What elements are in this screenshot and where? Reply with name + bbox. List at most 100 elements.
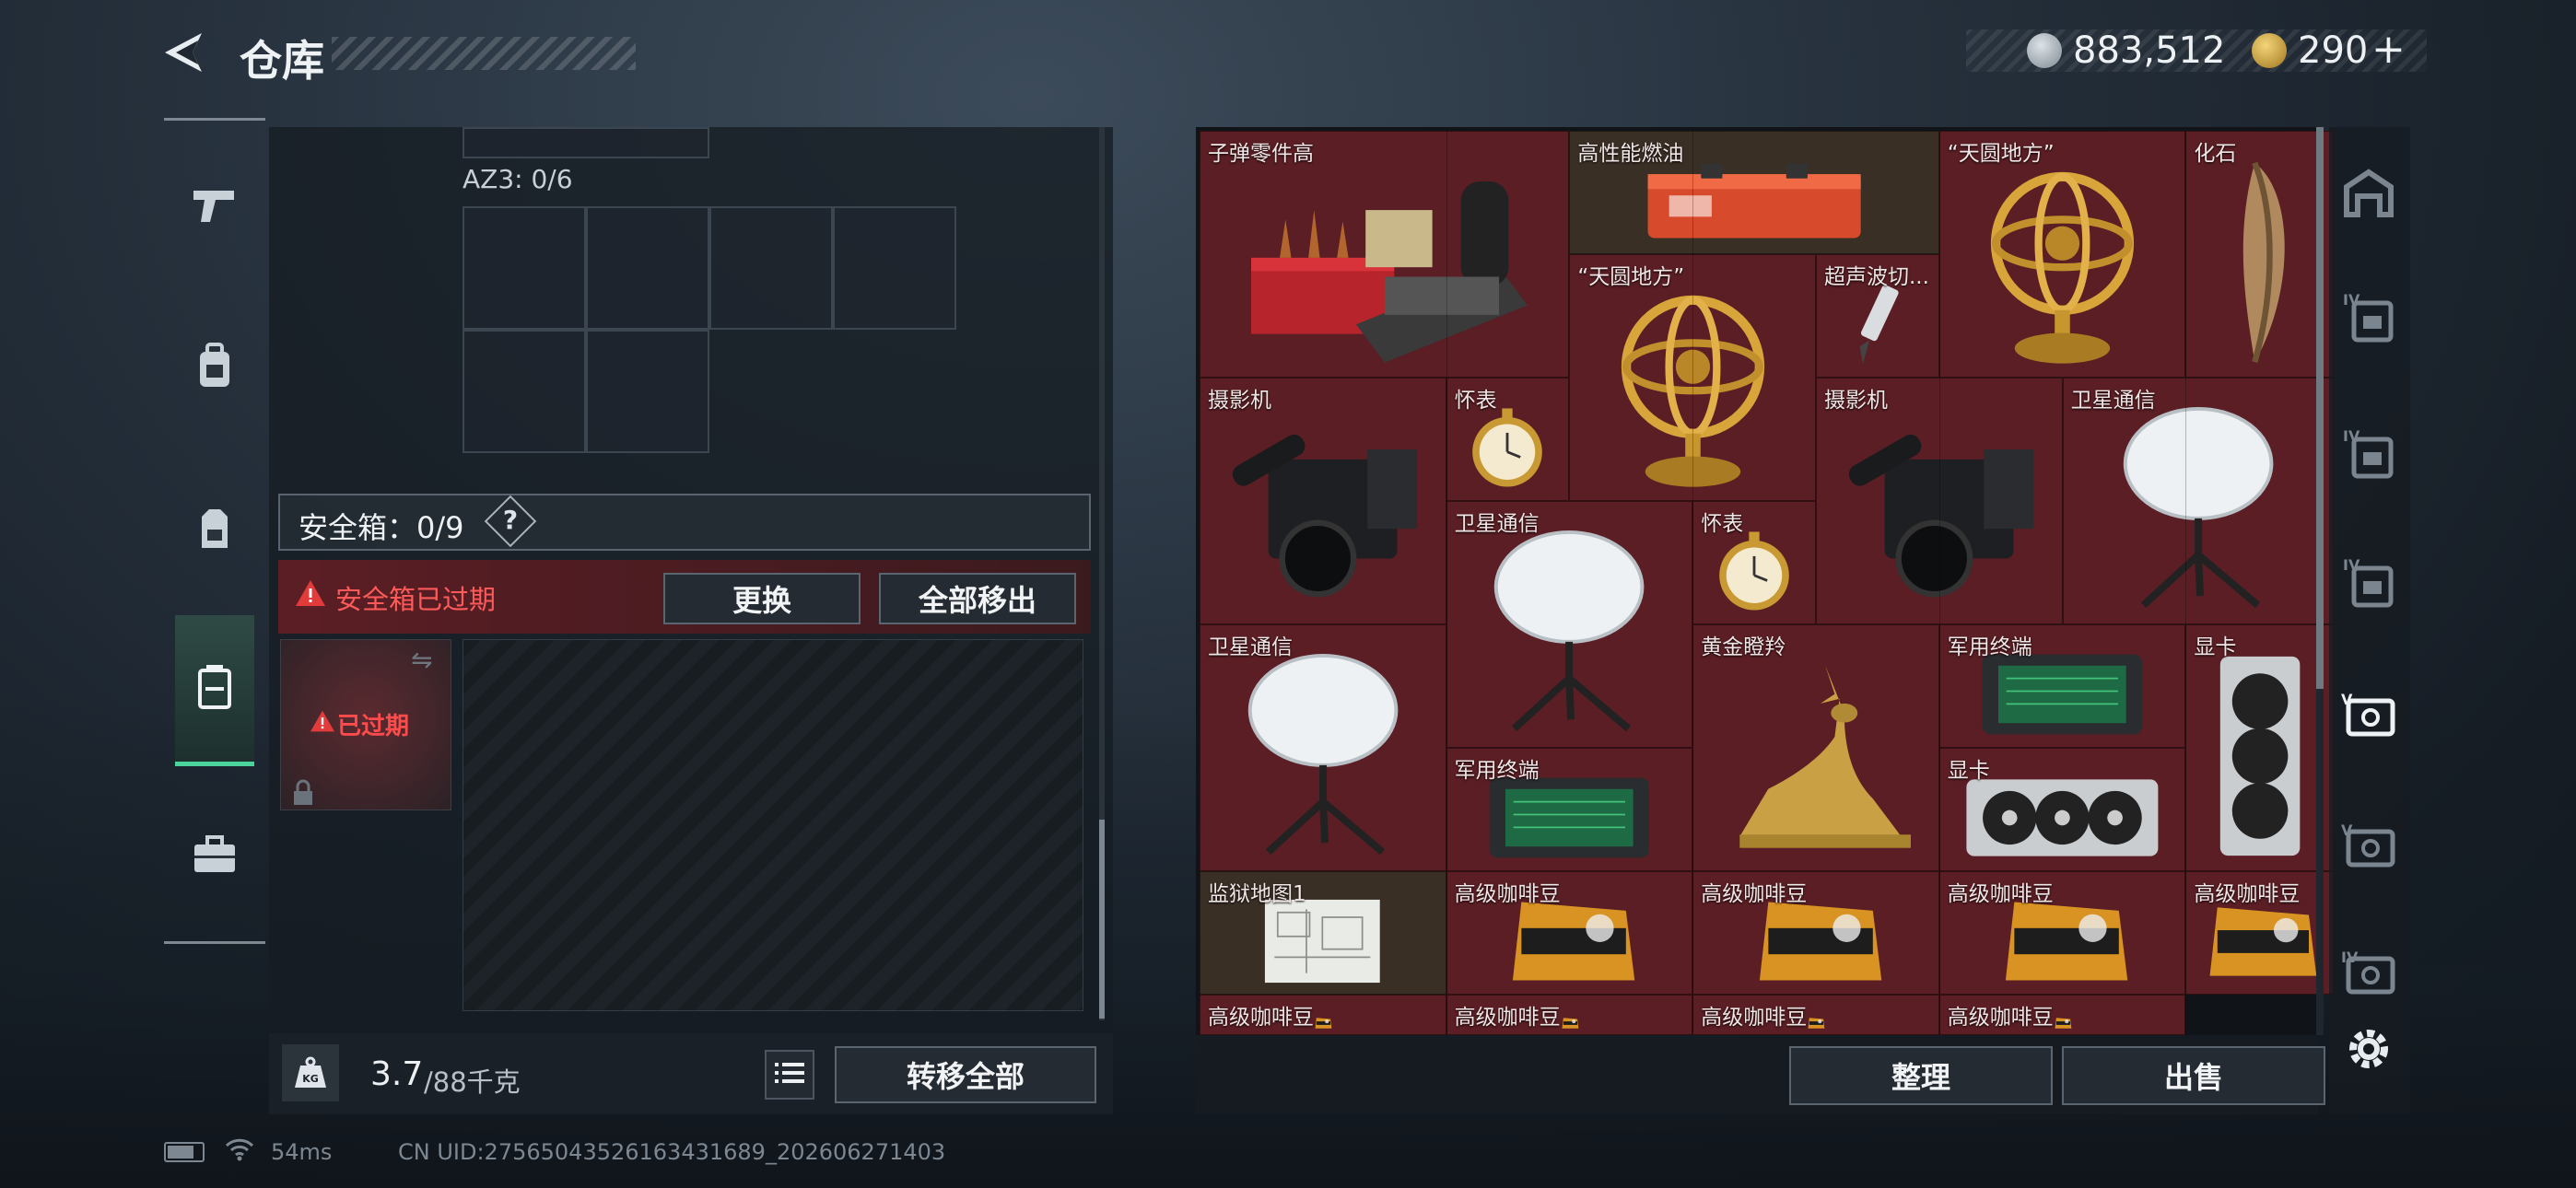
item-name: 超声波切...	[1824, 265, 1929, 289]
replace-button[interactable]: 更换	[663, 573, 861, 624]
rig-slot[interactable]	[586, 206, 709, 330]
stash-item[interactable]: 化石	[2185, 131, 2334, 378]
safe-box-grid[interactable]	[463, 639, 1083, 1011]
stash-item[interactable]: “天圆地方”	[1938, 131, 2186, 378]
stash-item[interactable]: 卫星通信	[1446, 501, 1693, 748]
item-name: 怀表	[1454, 389, 1497, 413]
nav-weapon-tab[interactable]	[175, 157, 254, 258]
stash-item[interactable]: 高级咖啡豆	[1692, 871, 1939, 995]
item-name: 高级咖啡豆	[2194, 882, 2301, 906]
grid-line	[1446, 131, 1447, 1035]
weight-icon: KG	[282, 1044, 339, 1101]
rig-slot[interactable]	[463, 127, 709, 158]
item-name: 高级咖啡豆	[1208, 1006, 1314, 1030]
nav-divider-bottom	[164, 941, 265, 944]
camera-item-image	[1200, 379, 1446, 623]
transfer-all-button[interactable]: 转移全部	[835, 1046, 1096, 1103]
item-name: 军用终端	[1454, 759, 1540, 783]
ammo-item-image	[1200, 132, 1568, 377]
ping-text: 54ms	[271, 1139, 333, 1165]
stash-item[interactable]: 高级咖啡豆	[1446, 871, 1693, 995]
rig-slot[interactable]	[463, 206, 586, 330]
stash-tab-2[interactable]: IV	[2336, 276, 2401, 359]
stash-tab-7[interactable]: IV	[2336, 932, 2401, 1015]
rig-slot[interactable]	[833, 206, 956, 330]
stash-item[interactable]: 高级咖啡豆	[1446, 995, 1693, 1035]
weight-capacity: /88千克	[424, 1066, 521, 1098]
level-iv-backpack-icon: IV	[2341, 425, 2396, 483]
rig-slot[interactable]	[586, 330, 709, 453]
nav-tools-tab[interactable]	[175, 806, 254, 907]
item-name: 摄影机	[1208, 389, 1271, 413]
add-currency-button[interactable]: +	[2371, 26, 2406, 73]
nav-safe-box-tab[interactable]	[175, 615, 254, 766]
deer-item-image	[1693, 625, 1938, 870]
level-iv-safe-icon: IV	[2339, 946, 2398, 1001]
stash-item[interactable]: 高级咖啡豆	[1692, 995, 1939, 1035]
rig-slot[interactable]	[463, 330, 586, 453]
stash-item[interactable]: 高级咖啡豆	[2185, 871, 2334, 995]
right-scrollbar-thumb[interactable]	[2316, 127, 2324, 689]
rig-slot[interactable]	[709, 206, 833, 330]
nav-backpack-tab[interactable]	[175, 318, 254, 419]
stash-item[interactable]: 黄金瞪羚	[1692, 624, 1939, 871]
stash-tab-3[interactable]: IV	[2336, 413, 2401, 495]
sort-button[interactable]: 整理	[1789, 1046, 2053, 1105]
stash-item[interactable]: 高性能燃油	[1569, 131, 1939, 254]
stash-item[interactable]: 高级咖啡豆	[1938, 995, 2186, 1035]
move-all-out-button[interactable]: 全部移出	[879, 573, 1076, 624]
stash-tab-5[interactable]: V	[2336, 674, 2401, 757]
back-arrow-icon[interactable]	[161, 29, 211, 76]
stash-item[interactable]: 高级咖啡豆	[1938, 871, 2186, 995]
gold-coin-icon	[2252, 33, 2287, 68]
item-name: 高级咖啡豆	[1454, 882, 1561, 906]
stash-item[interactable]: 超声波切...	[1816, 254, 1939, 378]
lock-icon	[291, 779, 315, 810]
stash-item[interactable]: 子弹零件高	[1200, 131, 1570, 378]
stash-item[interactable]: 卫星通信	[2062, 378, 2334, 624]
safe-box-label: 安全箱：0/9	[299, 510, 464, 545]
stash-tab-6[interactable]: V	[2336, 805, 2401, 888]
item-name: 化石	[2194, 142, 2237, 166]
stash-item[interactable]: 高级咖啡豆	[1200, 995, 1446, 1035]
stash-item[interactable]: 怀表	[1446, 378, 1570, 501]
battery-icon	[164, 1142, 205, 1162]
item-name: 摄影机	[1824, 389, 1888, 413]
stash-item[interactable]: 怀表	[1692, 501, 1816, 624]
stash-tab-4[interactable]: IV	[2336, 542, 2401, 624]
swap-icon[interactable]: ⇋	[411, 645, 432, 675]
stash-item[interactable]: 摄影机	[1200, 378, 1446, 624]
item-name: 高级咖啡豆	[1701, 1006, 1808, 1030]
stash-item[interactable]: 显卡	[1938, 748, 2186, 871]
item-name: 高级咖啡豆	[1947, 882, 2054, 906]
item-name: “天圆地方”	[1947, 142, 2055, 166]
weight-value: 3.7	[370, 1055, 424, 1093]
toolbox-icon	[193, 835, 237, 878]
level-iv-backpack-icon: IV	[2341, 288, 2396, 347]
svg-text:KG: KG	[302, 1073, 319, 1085]
stash-item[interactable]: 军用终端	[1446, 748, 1693, 871]
help-icon[interactable]: ?	[499, 505, 521, 535]
level-v-safe-icon: V	[2339, 688, 2398, 743]
stash-item[interactable]: 卫星通信	[1200, 624, 1446, 871]
safe-box-icon	[194, 663, 235, 715]
backpack-icon	[194, 343, 235, 394]
fossil-item-image	[2186, 132, 2333, 377]
gold-amount: 290	[2298, 29, 2369, 72]
stash-item[interactable]: 显卡	[2185, 624, 2334, 871]
gpu-v-item-image	[2186, 625, 2333, 870]
stash-item[interactable]: 监狱地图1	[1200, 871, 1446, 995]
left-scrollbar-thumb[interactable]	[1099, 820, 1105, 1019]
expired-badge: 已过期	[337, 713, 410, 740]
item-name: 军用终端	[1947, 635, 2032, 659]
list-view-button[interactable]	[765, 1050, 814, 1100]
svg-text:IV: IV	[2343, 291, 2360, 309]
nav-rig-tab[interactable]	[175, 481, 254, 582]
title-stripe	[332, 37, 636, 70]
sell-button[interactable]: 出售	[2062, 1046, 2325, 1105]
stash-tab-1[interactable]	[2336, 155, 2401, 238]
settings-button[interactable]	[2336, 1009, 2401, 1092]
uid-text: CN UID:275650435261634316​89_20260627140…	[398, 1139, 946, 1165]
grid-line	[1692, 131, 1694, 1035]
stash-item[interactable]: 军用终端	[1938, 624, 2186, 748]
